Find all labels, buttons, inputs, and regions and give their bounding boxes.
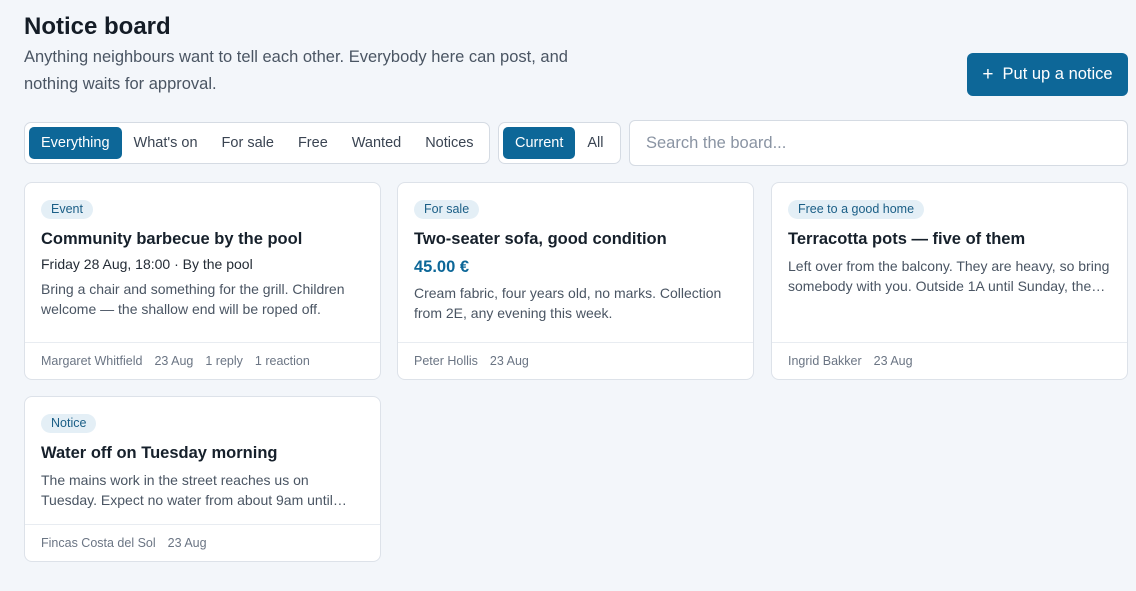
card-footer: Peter Hollis 23 Aug — [398, 342, 753, 379]
notice-board-page: Notice board Anything neighbours want to… — [0, 0, 1136, 591]
card-author: Ingrid Bakker — [788, 354, 862, 368]
card-author: Margaret Whitfield — [41, 354, 143, 368]
card-footer: Ingrid Bakker 23 Aug — [772, 342, 1127, 379]
filter-for-sale[interactable]: For sale — [210, 127, 286, 159]
card-date: 23 Aug — [489, 354, 529, 368]
card-author: Peter Hollis — [414, 354, 478, 368]
category-badge: Notice — [41, 414, 97, 433]
reply-count: 1 reply — [205, 354, 243, 368]
reaction-count: 1 reaction — [254, 354, 310, 368]
filter-everything[interactable]: Everything — [29, 127, 122, 159]
card-title: Community barbecue by the pool — [41, 230, 303, 248]
card-date: 23 Aug — [167, 536, 207, 550]
card-date: 23 Aug — [154, 354, 194, 368]
card-text: Left over from the balcony. They are hea… — [788, 258, 1110, 294]
category-badge: Free to a good home — [788, 200, 925, 219]
card-footer: Fincas Costa del Sol 23 Aug — [25, 524, 380, 561]
event-details: Friday 28 Aug, 18:00 · By the pool — [41, 256, 253, 272]
notice-card[interactable]: Event Community barbecue by the pool Fri… — [24, 182, 381, 380]
card-text: Cream fabric, four years old, no marks. … — [414, 285, 722, 321]
search-input[interactable] — [629, 120, 1128, 166]
put-up-notice-label: Put up a notice — [1002, 65, 1113, 83]
card-author: Fincas Costa del Sol — [41, 536, 156, 550]
filter-all[interactable]: All — [575, 127, 615, 159]
filter-free[interactable]: Free — [286, 127, 340, 159]
card-title: Water off on Tuesday morning — [41, 444, 278, 462]
filter-notices[interactable]: Notices — [413, 127, 485, 159]
page-title: Notice board — [24, 13, 171, 40]
card-text: Bring a chair and something for the gril… — [41, 281, 345, 317]
filter-wanted[interactable]: Wanted — [340, 127, 413, 159]
category-badge: Event — [41, 200, 93, 219]
card-date: 23 Aug — [873, 354, 913, 368]
card-price: 45.00 € — [414, 258, 470, 276]
filter-whats-on[interactable]: What's on — [122, 127, 210, 159]
notice-card[interactable]: Free to a good home Terracotta pots — fi… — [771, 182, 1128, 380]
notice-card[interactable]: For sale Two-seater sofa, good condition… — [397, 182, 754, 380]
page-intro: Anything neighbours want to tell each ot… — [24, 48, 568, 93]
time-filter: Current All — [498, 122, 621, 164]
put-up-notice-button[interactable]: + Put up a notice — [967, 53, 1128, 96]
plus-icon: + — [982, 64, 994, 85]
card-title: Terracotta pots — five of them — [788, 230, 1026, 248]
category-badge: For sale — [414, 200, 480, 219]
card-footer: Margaret Whitfield 23 Aug 1 reply 1 reac… — [25, 342, 380, 379]
notice-card[interactable]: Notice Water off on Tuesday morning The … — [24, 396, 381, 562]
filter-current[interactable]: Current — [503, 127, 576, 159]
category-filter: Everything What's on For sale Free Wante… — [24, 122, 490, 164]
card-title: Two-seater sofa, good condition — [414, 230, 667, 248]
card-text: The mains work in the street reaches us … — [41, 472, 333, 508]
